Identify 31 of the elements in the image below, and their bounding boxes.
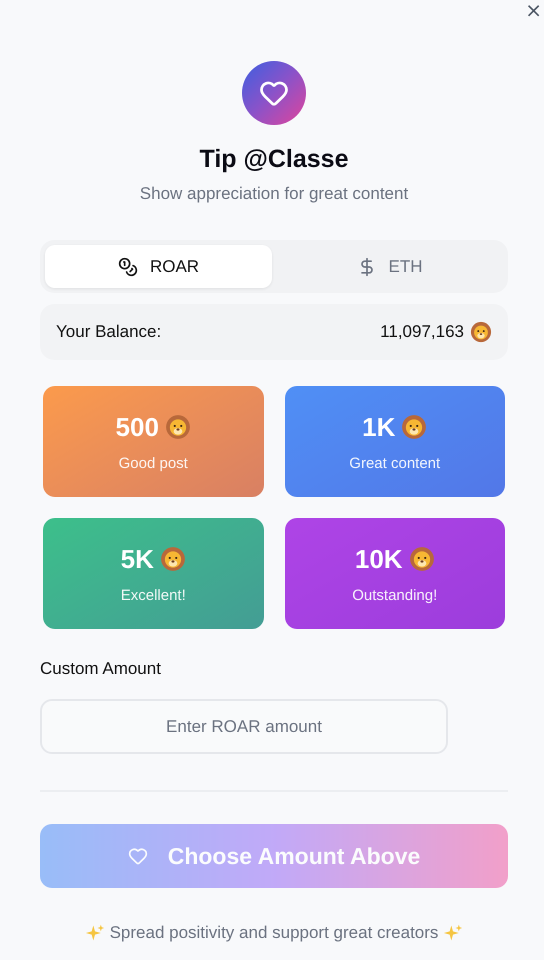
coins-icon [118, 256, 138, 276]
tip-caption: Good post [118, 454, 188, 472]
lion-icon [160, 546, 186, 572]
sparkles-icon [443, 923, 464, 943]
heart-icon [128, 846, 148, 866]
tip-caption: Excellent! [120, 586, 186, 604]
tip-amount: 5K [120, 544, 154, 574]
custom-amount-label: Custom Amount [40, 659, 162, 679]
balance-label: Your Balance: [56, 322, 162, 342]
lion-icon [408, 546, 435, 572]
dialog-title: Tip @Classe [198, 145, 350, 174]
close-button[interactable]: × [525, 0, 542, 20]
tip-amount-card[interactable]: 10K Outstanding! [284, 518, 505, 629]
amount-input-field[interactable]: Enter ROAR amount [40, 699, 448, 754]
tip-amount: 10K [354, 544, 403, 574]
balance-value: 11,097,163 [380, 322, 464, 342]
tip-amount-card[interactable]: 1K Great content [284, 386, 505, 497]
tip-amount: 1K [362, 412, 396, 442]
tip-amount-card[interactable]: 5K Excellent! [43, 518, 264, 629]
footer-text: Spread positivity and support great creators [110, 923, 438, 943]
sparkles-icon [84, 923, 105, 943]
lion-icon [401, 414, 428, 440]
currency-tab[interactable]: ETH [276, 245, 503, 288]
tip-amount: 500 [116, 412, 159, 442]
subtitle: Show appreciation for great content [138, 184, 410, 204]
tip-caption: Outstanding! [352, 586, 438, 604]
tip-caption: Great content [349, 454, 440, 472]
lion-icon [470, 321, 492, 343]
currency-tab[interactable]: ROAR [45, 245, 272, 288]
tip-amount-card[interactable]: 500 Good post [43, 386, 264, 497]
lion-icon [164, 414, 191, 440]
